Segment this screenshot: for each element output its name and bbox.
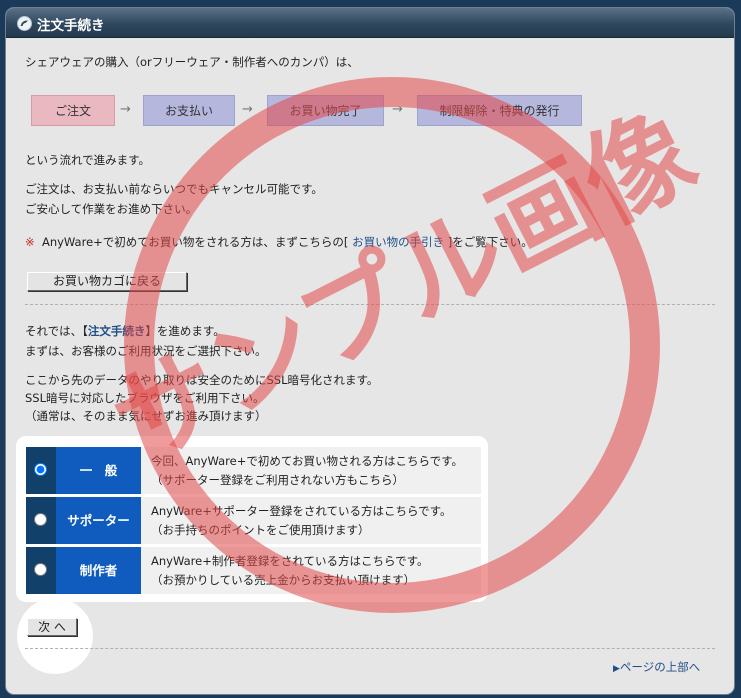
option-label-supporter: サポーター <box>56 497 141 544</box>
page-top-label: ページの上部へ <box>619 660 701 674</box>
cancel-note: ご注文は、お支払い前ならいつでもキャンセル可能です。 <box>25 182 323 196</box>
general-radio[interactable] <box>34 463 47 476</box>
next-button-highlight <box>17 598 93 674</box>
option-desc-line: （お預かりしている売上金からお支払い頂けます） <box>151 573 416 587</box>
option-label-creator: 制作者 <box>56 547 141 594</box>
shopping-guide-link[interactable]: お買い物の手引き <box>352 235 444 249</box>
cancel-note: ご安心して作業をお進め下さい。 <box>25 202 198 216</box>
guide-suffix: ]をご覧下さい。 <box>447 235 533 249</box>
divider <box>25 304 715 305</box>
next-button[interactable]: 次 へ <box>27 618 77 636</box>
flow-step-unlock: 制限解除・特典の発行 <box>417 95 582 126</box>
option-desc-line: （サポーター登録をご利用されない方もこちら） <box>151 473 404 487</box>
order-window: 注文手続き シェアウェアの購入（orフリーウェア・制作者へのカンパ）は、 ご注文… <box>5 7 735 695</box>
radio-cell <box>26 497 56 544</box>
window-title: 注文手続き <box>37 18 105 34</box>
flow-arrow: → <box>392 102 403 117</box>
supporter-radio[interactable] <box>34 513 47 526</box>
select-note: まずは、お客様のご利用状況をご選択下さい。 <box>25 344 267 358</box>
option-desc-line: AnyWare+サポーター登録をされている方はこちらです。 <box>151 504 452 518</box>
title-bar: 注文手続き <box>6 8 734 38</box>
flow-step-complete: お買い物完了 <box>267 95 384 126</box>
option-desc-line: 今回、AnyWare+で初めてお買い物される方はこちらです。 <box>151 454 463 468</box>
note-mark: ※ <box>25 235 35 249</box>
back-to-cart-button[interactable]: お買い物カゴに戻る <box>27 272 187 291</box>
option-desc-general: 今回、AnyWare+で初めてお買い物される方はこちらです。 （サポーター登録を… <box>141 447 481 494</box>
triangle-right-icon: ▶ <box>613 664 620 674</box>
app-logo-icon <box>17 16 32 31</box>
option-desc-supporter: AnyWare+サポーター登録をされている方はこちらです。 （お手持ちのポイント… <box>141 497 481 544</box>
option-desc-line: AnyWare+制作者登録をされている方はこちらです。 <box>151 554 429 568</box>
flow-arrow: → <box>242 102 253 117</box>
proceed-note: それでは、【注文手続き】を進めます。 <box>25 321 225 341</box>
page-top-link[interactable]: ▶ページの上部へ <box>613 657 700 679</box>
user-type-panel: 一 般 今回、AnyWare+で初めてお買い物される方はこちらです。 （サポータ… <box>16 436 488 602</box>
proceed-prefix: それでは、【 <box>25 324 88 338</box>
flow-note: という流れで進みます。 <box>25 153 151 167</box>
intro-text: シェアウェアの購入（orフリーウェア・制作者へのカンパ）は、 <box>25 55 359 69</box>
option-desc-creator: AnyWare+制作者登録をされている方はこちらです。 （お預かりしている売上金… <box>141 547 481 594</box>
creator-radio[interactable] <box>34 563 47 576</box>
radio-cell <box>26 547 56 594</box>
option-desc-line: （お手持ちのポイントをご使用頂けます） <box>151 523 370 537</box>
flow-step-order: ご注文 <box>31 95 115 126</box>
option-row-creator: 制作者 AnyWare+制作者登録をされている方はこちらです。 （お預かりしてい… <box>26 547 481 594</box>
ssl-note: SSL暗号に対応したブラウザをご利用下さい。 <box>25 391 265 405</box>
guide-prefix: AnyWare+で初めてお買い物をされる方は、まずこちらの[ <box>41 235 349 249</box>
ssl-note: ここから先のデータのやり取りは安全のためにSSL暗号化されます。 <box>25 373 379 387</box>
radio-cell <box>26 447 56 494</box>
option-label-general: 一 般 <box>56 447 141 494</box>
divider <box>25 648 715 649</box>
ssl-note: （通常は、そのまま気にせずお進み頂けます） <box>25 409 267 423</box>
guide-note: ※ AnyWare+で初めてお買い物をされる方は、まずこちらの[ お買い物の手引… <box>25 232 533 252</box>
proceed-suffix: 】を進めます。 <box>145 324 225 338</box>
option-row-general: 一 般 今回、AnyWare+で初めてお買い物される方はこちらです。 （サポータ… <box>26 447 481 494</box>
proceed-highlight: 注文手続き <box>87 324 146 338</box>
flow-arrow: → <box>120 102 131 117</box>
flow-step-payment: お支払い <box>143 95 235 126</box>
option-row-supporter: サポーター AnyWare+サポーター登録をされている方はこちらです。 （お手持… <box>26 497 481 544</box>
